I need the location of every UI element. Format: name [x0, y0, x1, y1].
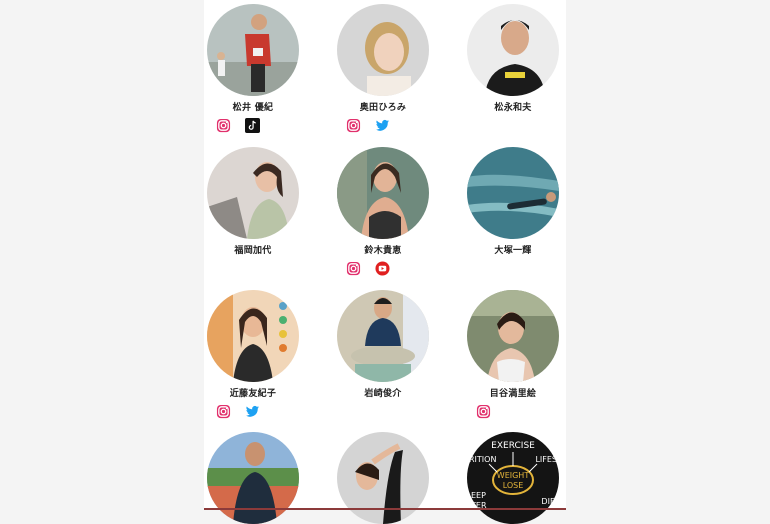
- member-name: 岩崎俊介: [364, 389, 402, 399]
- twitter-icon[interactable]: [245, 404, 260, 419]
- graphic-center-line2: LOSE: [503, 481, 524, 490]
- avatar-photo: [467, 290, 559, 382]
- member-name: 大塚一輝: [494, 246, 532, 256]
- avatar[interactable]: [207, 147, 299, 239]
- avatar-photo: [337, 4, 429, 96]
- graphic-label-left: RITION: [469, 455, 496, 464]
- avatar[interactable]: [467, 147, 559, 239]
- tiktok-icon[interactable]: [245, 118, 260, 133]
- graphic-center-line1: WEIGHT: [497, 471, 530, 480]
- instagram-icon[interactable]: [346, 261, 361, 276]
- graphic-label-right: LIFES: [535, 455, 557, 464]
- avatar[interactable]: [337, 4, 429, 96]
- twitter-icon[interactable]: [375, 118, 390, 133]
- avatar-photo: [207, 147, 299, 239]
- avatar[interactable]: [207, 432, 299, 524]
- instagram-icon[interactable]: [476, 404, 491, 419]
- youtube-icon[interactable]: [375, 261, 390, 276]
- member-name: 福岡加代: [234, 246, 272, 256]
- avatar[interactable]: EXERCISE RITION LIFES WEIGHT LOSE EEP TE…: [467, 432, 559, 524]
- instagram-icon[interactable]: [346, 118, 361, 133]
- member-name: 鈴木貴恵: [364, 246, 402, 256]
- graphic-label-top: EXERCISE: [491, 441, 535, 451]
- avatar[interactable]: [467, 290, 559, 382]
- avatar-photo: [467, 147, 559, 239]
- member-name: 奥田ひろみ: [359, 103, 407, 113]
- weight-lose-graphic: EXERCISE RITION LIFES WEIGHT LOSE EEP TE…: [467, 432, 559, 524]
- member-name: 松井 優紀: [232, 103, 274, 113]
- member-name: 目谷満里絵: [489, 389, 537, 399]
- avatar[interactable]: [207, 4, 299, 96]
- avatar-photo: [207, 432, 299, 524]
- avatar[interactable]: [207, 290, 299, 382]
- avatar[interactable]: [337, 432, 429, 524]
- graphic-label-bottom-left-1: EEP: [471, 491, 486, 500]
- avatar-photo: [207, 4, 299, 96]
- instagram-icon[interactable]: [216, 118, 231, 133]
- avatar-photo: [337, 290, 429, 382]
- instagram-icon[interactable]: [216, 404, 231, 419]
- member-name: 近藤友紀子: [229, 389, 277, 399]
- avatar[interactable]: [467, 4, 559, 96]
- avatar-photo: [207, 290, 299, 382]
- avatar-photo: [467, 4, 559, 96]
- avatar[interactable]: [337, 290, 429, 382]
- avatar[interactable]: [337, 147, 429, 239]
- member-name: 松永和夫: [494, 103, 532, 113]
- avatar-photo: [337, 147, 429, 239]
- avatar-photo: [337, 432, 429, 524]
